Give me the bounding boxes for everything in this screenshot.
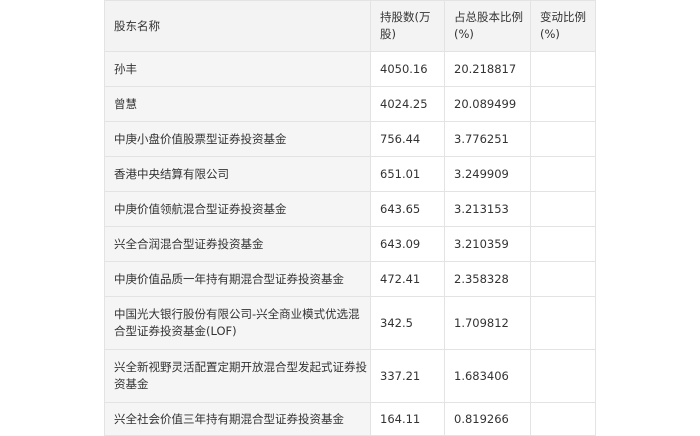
cell-ratio: 3.210359 xyxy=(444,226,531,262)
table-row: 曾慧 4024.25 20.089499 xyxy=(104,86,596,122)
table-row: 中庚价值品质一年持有期混合型证券投资基金 472.41 2.358328 xyxy=(104,261,596,297)
cell-shareholder-name: 兴全合润混合型证券投资基金 xyxy=(104,226,371,262)
cell-ratio: 3.776251 xyxy=(444,121,531,157)
table-row: 兴全社会价值三年持有期混合型证券投资基金 164.11 0.819266 xyxy=(104,402,596,436)
cell-change xyxy=(530,191,596,227)
cell-ratio: 1.683406 xyxy=(444,349,531,403)
header-ratio: 占总股本比例(%) xyxy=(444,0,531,52)
cell-change xyxy=(530,51,596,87)
cell-ratio: 3.249909 xyxy=(444,156,531,192)
header-shares: 持股数(万股) xyxy=(370,0,445,52)
cell-change xyxy=(530,226,596,262)
cell-shares: 643.65 xyxy=(370,191,445,227)
cell-shareholder-name: 中国光大银行股份有限公司-兴全商业模式优选混合型证券投资基金(LOF) xyxy=(104,296,371,350)
cell-change xyxy=(530,121,596,157)
header-shareholder-name: 股东名称 xyxy=(104,0,371,52)
table-row: 香港中央结算有限公司 651.01 3.249909 xyxy=(104,156,596,192)
cell-change xyxy=(530,402,596,436)
cell-shares: 164.11 xyxy=(370,402,445,436)
cell-change xyxy=(530,261,596,297)
cell-shareholder-name: 中庚小盘价值股票型证券投资基金 xyxy=(104,121,371,157)
cell-shares: 4050.16 xyxy=(370,51,445,87)
cell-shares: 342.5 xyxy=(370,296,445,350)
header-change: 变动比例(%) xyxy=(530,0,596,52)
table-row: 兴全新视野灵活配置定期开放混合型发起式证券投资基金 337.21 1.68340… xyxy=(104,349,596,403)
table-row: 兴全合润混合型证券投资基金 643.09 3.210359 xyxy=(104,226,596,262)
table-header-row: 股东名称 持股数(万股) 占总股本比例(%) 变动比例(%) xyxy=(104,0,596,52)
cell-shares: 643.09 xyxy=(370,226,445,262)
cell-ratio: 20.218817 xyxy=(444,51,531,87)
cell-ratio: 20.089499 xyxy=(444,86,531,122)
cell-change xyxy=(530,156,596,192)
cell-shares: 4024.25 xyxy=(370,86,445,122)
cell-shares: 651.01 xyxy=(370,156,445,192)
cell-shareholder-name: 兴全社会价值三年持有期混合型证券投资基金 xyxy=(104,402,371,436)
table-row: 孙丰 4050.16 20.218817 xyxy=(104,51,596,87)
shareholder-table-container: 股东名称 持股数(万股) 占总股本比例(%) 变动比例(%) 孙丰 4050.1… xyxy=(104,0,596,436)
cell-shareholder-name: 曾慧 xyxy=(104,86,371,122)
cell-shareholder-name: 孙丰 xyxy=(104,51,371,87)
cell-shares: 756.44 xyxy=(370,121,445,157)
table-row: 中庚小盘价值股票型证券投资基金 756.44 3.776251 xyxy=(104,121,596,157)
cell-shareholder-name: 香港中央结算有限公司 xyxy=(104,156,371,192)
cell-change xyxy=(530,349,596,403)
cell-shareholder-name: 中庚价值领航混合型证券投资基金 xyxy=(104,191,371,227)
cell-ratio: 3.213153 xyxy=(444,191,531,227)
table-row: 中庚价值领航混合型证券投资基金 643.65 3.213153 xyxy=(104,191,596,227)
cell-shares: 472.41 xyxy=(370,261,445,297)
cell-shareholder-name: 兴全新视野灵活配置定期开放混合型发起式证券投资基金 xyxy=(104,349,371,403)
cell-ratio: 1.709812 xyxy=(444,296,531,350)
shareholder-table: 股东名称 持股数(万股) 占总股本比例(%) 变动比例(%) 孙丰 4050.1… xyxy=(104,0,596,436)
cell-change xyxy=(530,86,596,122)
cell-change xyxy=(530,296,596,350)
cell-shareholder-name: 中庚价值品质一年持有期混合型证券投资基金 xyxy=(104,261,371,297)
cell-ratio: 0.819266 xyxy=(444,402,531,436)
table-row: 中国光大银行股份有限公司-兴全商业模式优选混合型证券投资基金(LOF) 342.… xyxy=(104,296,596,350)
cell-shares: 337.21 xyxy=(370,349,445,403)
cell-ratio: 2.358328 xyxy=(444,261,531,297)
